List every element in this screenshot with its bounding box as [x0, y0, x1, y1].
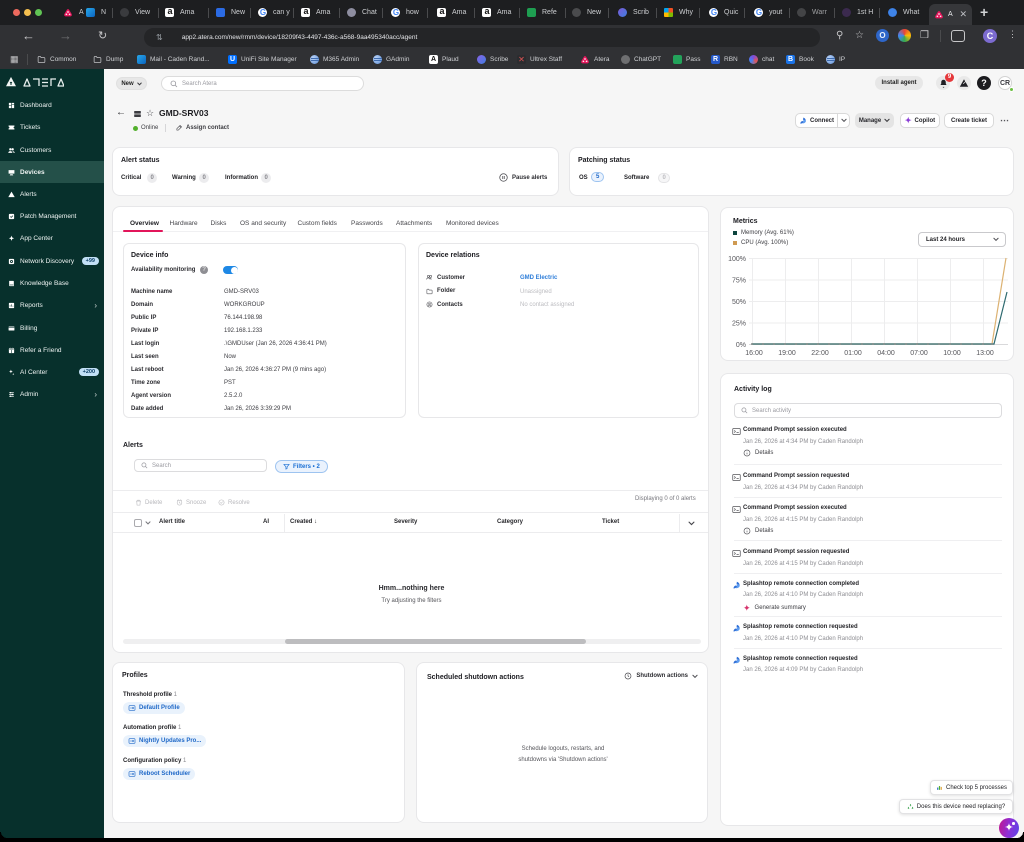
svg-text:19:00: 19:00 — [778, 350, 796, 357]
svg-text:16:00: 16:00 — [745, 350, 763, 357]
svg-text:75%: 75% — [732, 278, 746, 285]
svg-text:100%: 100% — [728, 256, 746, 263]
svg-text:10:00: 10:00 — [943, 350, 961, 357]
svg-text:04:00: 04:00 — [877, 350, 895, 357]
svg-text:50%: 50% — [732, 299, 746, 306]
svg-text:0%: 0% — [736, 342, 746, 349]
svg-text:07:00: 07:00 — [910, 350, 928, 357]
svg-text:13:00: 13:00 — [976, 350, 994, 357]
svg-text:25%: 25% — [732, 321, 746, 328]
svg-text:01:00: 01:00 — [844, 350, 862, 357]
svg-text:22:00: 22:00 — [811, 350, 829, 357]
